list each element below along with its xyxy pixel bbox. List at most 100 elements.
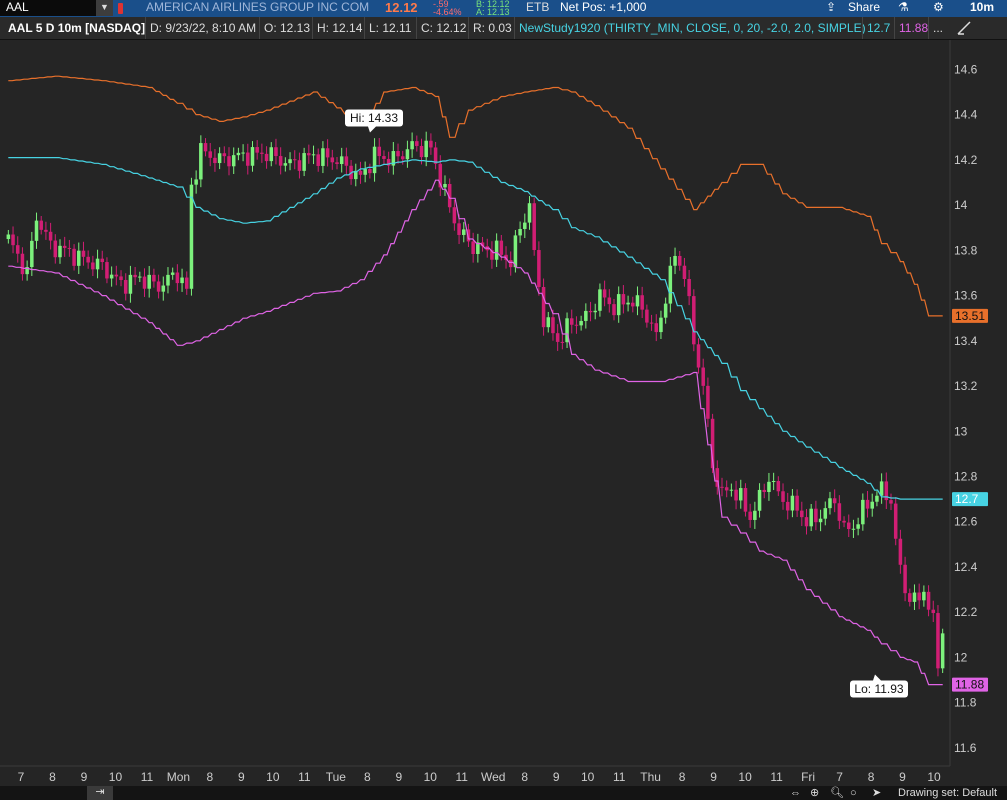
drawing-set-label[interactable]: Drawing set: Default xyxy=(898,786,997,800)
candle-body xyxy=(180,277,184,284)
candle-body xyxy=(457,223,461,235)
candle-body xyxy=(217,153,222,164)
candle-body xyxy=(508,259,513,268)
candle-body xyxy=(53,240,58,258)
candle xyxy=(743,483,748,517)
candle-body xyxy=(278,156,283,166)
candle-body xyxy=(255,147,259,153)
x-tick-label: 9 xyxy=(710,770,717,784)
x-tick-label: 8 xyxy=(679,770,686,784)
candle-body xyxy=(861,499,865,525)
candle-body xyxy=(363,169,367,175)
candle-body xyxy=(138,276,142,278)
price-chart[interactable]: 11.6 11.8 12 12.2 12.4 12.6 12.8 13 13.2 13.4 13.6… xyxy=(0,0,1007,786)
candle-body xyxy=(569,318,574,325)
candle xyxy=(936,605,940,677)
zoom-icon[interactable]: 🔍︎ xyxy=(830,786,844,800)
y-tick-label: 12.8 xyxy=(954,470,978,484)
candle-body xyxy=(649,322,654,324)
circle-icon[interactable]: ○ xyxy=(850,786,857,800)
candle-body xyxy=(494,240,499,260)
x-tick-label: Fri xyxy=(801,770,815,784)
candle-body xyxy=(260,152,264,154)
x-tick-label: 8 xyxy=(207,770,214,784)
candle-body xyxy=(330,157,335,163)
candle-body xyxy=(396,151,400,157)
collapse-icon[interactable]: ⇥ xyxy=(87,786,113,800)
candle-body xyxy=(269,147,274,162)
candle-body xyxy=(832,498,837,504)
candle-body xyxy=(499,240,504,255)
candle-body xyxy=(410,141,414,150)
candle-body xyxy=(325,148,330,158)
candle-body xyxy=(208,151,212,158)
candle-body xyxy=(264,153,269,162)
candle-body xyxy=(602,289,607,298)
y-tick-label: 13 xyxy=(954,424,968,438)
candle-body xyxy=(837,503,842,521)
candle-body xyxy=(555,333,560,342)
candle-body xyxy=(72,248,76,266)
candle-body xyxy=(818,518,823,523)
bottom-toolbar: ⇥ ⇔ ⊕ 🔍︎ ○ ➤ Drawing set: Default xyxy=(0,786,1007,800)
candle-body xyxy=(889,500,893,504)
candle xyxy=(189,177,194,296)
candle-body xyxy=(119,276,123,280)
x-axis: 7 8 9 10 11 Mon 8 9 10 11 Tue 8 9 10 11 Wed 8 9 10 11 Thu 8 9 1… xyxy=(18,770,941,784)
candle-body xyxy=(236,152,241,156)
candle xyxy=(532,197,536,256)
pan-icon[interactable]: ⇔ xyxy=(790,786,801,800)
candle-body xyxy=(128,274,133,294)
candle-body xyxy=(936,613,940,669)
candle-body xyxy=(720,486,724,488)
crosshair-icon[interactable]: ⊕ xyxy=(810,786,819,800)
x-tick-label: 9 xyxy=(395,770,402,784)
candle-body xyxy=(701,367,705,386)
candle-body xyxy=(917,592,921,601)
candle-body xyxy=(283,163,288,166)
candle-body xyxy=(58,245,62,258)
candle-body xyxy=(339,156,344,165)
candle-body xyxy=(48,231,53,241)
candle-body xyxy=(729,489,734,491)
candle-body xyxy=(865,499,870,509)
candle-body xyxy=(91,262,95,270)
candle-body xyxy=(673,255,677,266)
y-tick-label: 12.4 xyxy=(954,560,978,574)
plot-area[interactable] xyxy=(0,40,950,766)
x-tick-label: Tue xyxy=(326,770,347,784)
candle-body xyxy=(142,276,147,289)
x-tick-label: 10 xyxy=(424,770,438,784)
candle-body xyxy=(668,265,673,304)
x-tick-label: Mon xyxy=(167,770,190,784)
lower-band-price-label: 11.88 xyxy=(952,677,988,692)
candle-body xyxy=(612,304,616,316)
candle-body xyxy=(30,240,34,268)
candle-body xyxy=(302,153,306,171)
candle-body xyxy=(692,296,696,345)
cursor-icon[interactable]: ➤ xyxy=(872,786,881,800)
candle xyxy=(940,628,945,673)
candle-body xyxy=(429,140,433,148)
x-tick-label: 8 xyxy=(364,770,371,784)
candle-body xyxy=(513,235,518,268)
candle-body xyxy=(292,159,297,161)
candle-body xyxy=(659,317,663,333)
upper-band-price-label: 13.51 xyxy=(952,308,988,323)
y-tick-label: 13.8 xyxy=(954,243,978,257)
candle xyxy=(893,497,898,546)
candle-body xyxy=(311,154,316,156)
y-tick-label: 14.2 xyxy=(954,153,978,167)
candle-body xyxy=(527,203,532,223)
candle-body xyxy=(875,495,879,502)
candle-body xyxy=(814,508,818,523)
candle-body xyxy=(800,510,804,518)
candle-body xyxy=(105,262,109,279)
candle-body xyxy=(635,295,640,307)
x-tick-label: 9 xyxy=(553,770,560,784)
candle-body xyxy=(588,310,593,313)
candle-body xyxy=(640,295,644,310)
candle-body xyxy=(532,203,536,251)
candle-body xyxy=(739,488,743,501)
candle-body xyxy=(781,491,785,502)
